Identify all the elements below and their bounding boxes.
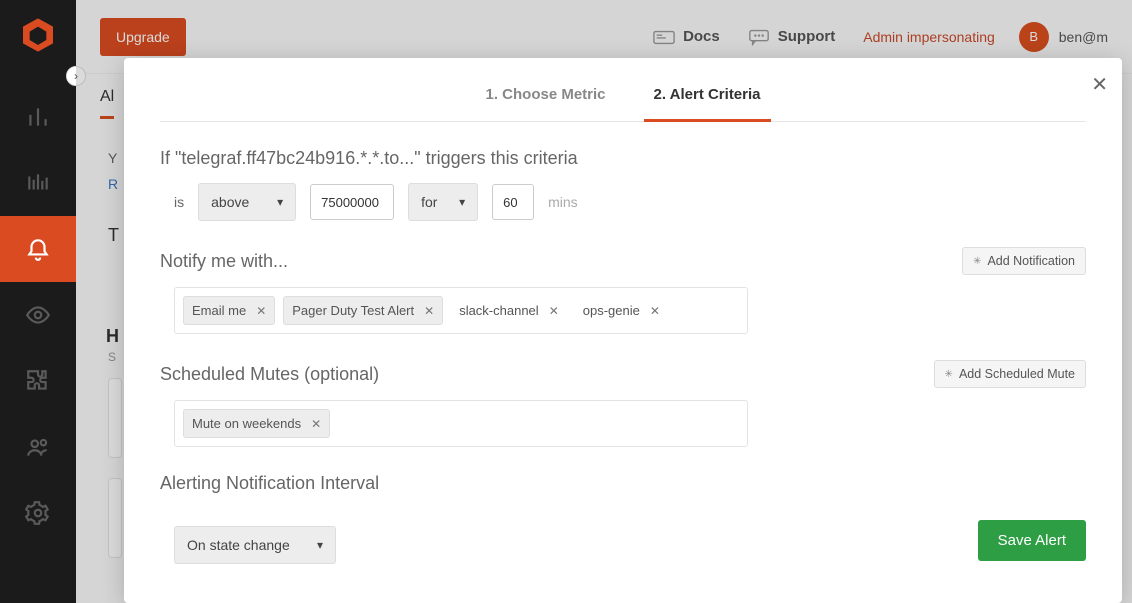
save-alert-button[interactable]: Save Alert [978, 520, 1086, 561]
add-scheduled-mute-button[interactable]: Add Scheduled Mute [934, 360, 1086, 388]
chip-label: Pager Duty Test Alert [292, 303, 414, 318]
interval-value: On state change [187, 537, 290, 553]
nav-watch-icon[interactable] [0, 282, 76, 348]
close-icon[interactable]: ✕ [424, 304, 434, 318]
chip-label: Mute on weekends [192, 416, 301, 431]
step-alert-criteria[interactable]: 2. Alert Criteria [644, 78, 771, 122]
mins-label: mins [548, 194, 578, 210]
close-icon[interactable]: ✕ [311, 417, 321, 431]
mutes-heading: Scheduled Mutes (optional) [160, 364, 379, 385]
modal-steps: 1. Choose Metric 2. Alert Criteria [160, 78, 1086, 122]
close-icon[interactable]: ✕ [549, 304, 559, 318]
for-select[interactable]: for [408, 183, 478, 221]
chip-label: slack-channel [459, 303, 539, 318]
nav-metrics-icon[interactable] [0, 150, 76, 216]
nav-integrations-icon[interactable] [0, 348, 76, 414]
alert-modal: ✕ 1. Choose Metric 2. Alert Criteria If … [124, 58, 1122, 603]
nav-settings-icon[interactable] [0, 480, 76, 546]
notification-chip: slack-channel ✕ [451, 296, 567, 325]
mutes-container[interactable]: Mute on weekends ✕ [174, 400, 748, 447]
notify-heading: Notify me with... [160, 251, 288, 272]
comparator-value: above [211, 194, 249, 210]
chip-label: ops-genie [583, 303, 640, 318]
notification-chip: Email me ✕ [183, 296, 275, 325]
notification-chip: ops-genie ✕ [575, 296, 668, 325]
nav-team-icon[interactable] [0, 414, 76, 480]
duration-input[interactable] [492, 184, 534, 220]
left-sidebar [0, 0, 76, 603]
close-icon[interactable]: ✕ [650, 304, 660, 318]
chip-label: Email me [192, 303, 246, 318]
app-logo [17, 14, 59, 56]
threshold-input[interactable] [310, 184, 394, 220]
close-icon[interactable]: ✕ [256, 304, 266, 318]
nav-alerts-icon[interactable] [0, 216, 76, 282]
criteria-row: is above for mins [174, 183, 1086, 221]
mute-chip: Mute on weekends ✕ [183, 409, 330, 438]
close-icon[interactable]: ✕ [1091, 72, 1108, 97]
criteria-heading: If "telegraf.ff47bc24b916.*.*.to..." tri… [160, 148, 1086, 169]
add-notification-button[interactable]: Add Notification [962, 247, 1086, 275]
notifications-container[interactable]: Email me ✕ Pager Duty Test Alert ✕ slack… [174, 287, 748, 334]
for-label: for [421, 194, 437, 210]
is-label: is [174, 194, 184, 210]
step-choose-metric[interactable]: 1. Choose Metric [475, 78, 615, 121]
interval-heading: Alerting Notification Interval [160, 473, 1086, 494]
nav-charts-icon[interactable] [0, 84, 76, 150]
comparator-select[interactable]: above [198, 183, 296, 221]
notification-chip: Pager Duty Test Alert ✕ [283, 296, 443, 325]
interval-select[interactable]: On state change [174, 526, 336, 564]
